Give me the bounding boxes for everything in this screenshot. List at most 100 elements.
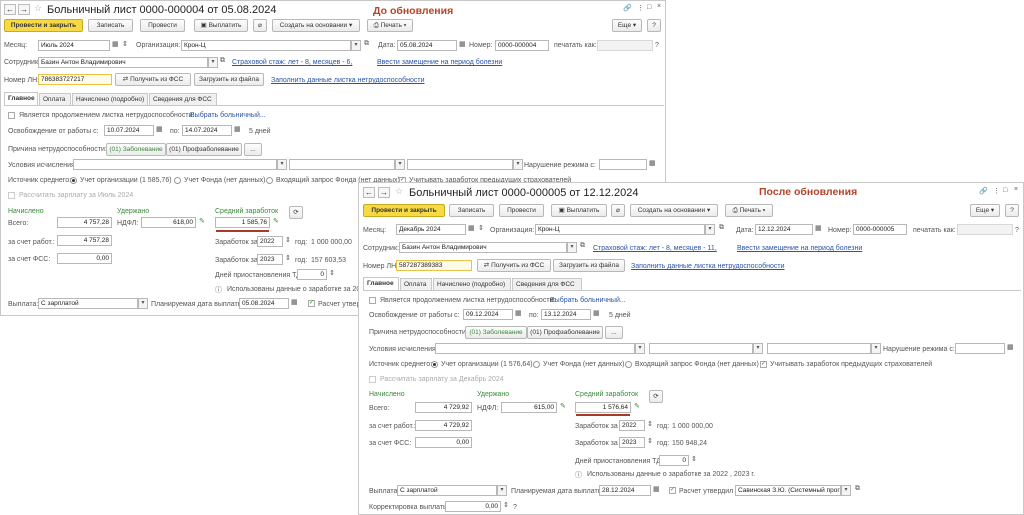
continuation-checkbox[interactable] <box>369 297 376 304</box>
dropdown-icon[interactable]: ▾ <box>841 485 851 496</box>
stepper-icon[interactable]: ⇕ <box>329 269 335 277</box>
edit-pencil-icon[interactable]: ✎ <box>273 217 279 225</box>
stepper-icon[interactable]: ⇕ <box>647 437 653 445</box>
dropdown-icon[interactable]: ▾ <box>138 298 148 309</box>
open-icon[interactable]: ⧉ <box>855 485 860 493</box>
employee-field[interactable]: Базин Антон Владимирович <box>399 242 567 253</box>
dropdown-icon[interactable]: ▾ <box>871 343 881 354</box>
reason-more-button[interactable]: ... <box>244 143 262 156</box>
forward-arrow-icon[interactable]: → <box>378 187 390 198</box>
fill-data-link[interactable]: Заполнить данные листка нетрудоспособнос… <box>271 77 424 84</box>
prev-insurers-checkbox[interactable]: ✓ <box>760 361 767 368</box>
dropdown-icon[interactable]: ▾ <box>635 343 645 354</box>
suspended-field[interactable]: 0 <box>297 269 327 280</box>
release-to-field[interactable]: 14.07.2024 <box>182 125 232 136</box>
get-from-fss-button[interactable]: ⇄ Получить из ФСС <box>477 259 551 272</box>
month-field[interactable]: Декабрь 2024 <box>396 224 466 235</box>
experience-link[interactable]: Страховой стаж: лет - 8, месяцев - 6, <box>232 59 352 66</box>
pay-button[interactable]: ▣ Выплатить <box>551 204 607 217</box>
org-dropdown-icon[interactable]: ▾ <box>351 40 361 51</box>
experience-link[interactable]: Страховой стаж: лет - 8, месяцев - 11, <box>593 245 717 252</box>
year1-field[interactable]: 2022 <box>257 236 283 247</box>
create-based-button[interactable]: Создать на основании ▾ <box>272 19 360 32</box>
date-field[interactable]: 05.08.2024 <box>397 40 457 51</box>
tab-main[interactable]: Главное <box>4 92 38 105</box>
number-field[interactable]: 0000-000004 <box>495 40 549 51</box>
forward-arrow-icon[interactable]: → <box>18 4 30 15</box>
create-based-button[interactable]: Создать на основании ▾ <box>630 204 718 217</box>
dropdown-icon[interactable]: ▾ <box>277 159 287 170</box>
calendar-icon[interactable]: ▦ <box>234 125 241 133</box>
save-button[interactable]: Записать <box>449 204 494 217</box>
close-icon[interactable]: × <box>1014 186 1018 193</box>
avg-source-request-radio[interactable] <box>266 177 273 184</box>
month-field[interactable]: Июль 2024 <box>38 40 110 51</box>
release-from-field[interactable]: 09.12.2024 <box>463 309 513 320</box>
maximize-icon[interactable]: □ <box>1003 187 1007 194</box>
edit-pencil-icon[interactable]: ✎ <box>634 402 640 410</box>
planned-date-field[interactable]: 28.12.2024 <box>599 485 651 496</box>
calendar-icon[interactable]: ▦ <box>291 298 298 306</box>
edit-pencil-icon[interactable]: ✎ <box>560 402 566 410</box>
release-from-field[interactable]: 10.07.2024 <box>104 125 154 136</box>
print-button[interactable]: ⎙ Печать ▾ <box>367 19 413 32</box>
tab-payment[interactable]: Оплата <box>39 93 71 105</box>
stepper-icon[interactable]: ⇕ <box>285 236 291 244</box>
post-and-close-button[interactable]: Провести и закрыть <box>4 19 83 32</box>
print-as-field[interactable] <box>957 224 1013 235</box>
more-dots-icon[interactable]: ⋮ <box>637 4 644 12</box>
year2-field[interactable]: 2023 <box>619 437 645 448</box>
select-sheet-link[interactable]: Выбрать больничный... <box>550 297 626 304</box>
post-button[interactable]: Провести <box>140 19 185 32</box>
back-arrow-icon[interactable]: ← <box>363 187 375 198</box>
employee-dropdown-icon[interactable]: ▾ <box>208 57 218 68</box>
edit-pencil-icon[interactable]: ✎ <box>199 217 205 225</box>
fill-data-link[interactable]: Заполнить данные листка нетрудоспособнос… <box>631 263 784 270</box>
reason-occupational-option[interactable]: (01) Профзаболевание <box>527 326 603 339</box>
avg-source-org-radio[interactable] <box>431 361 438 368</box>
employee-field[interactable]: Базин Антон Владимирович <box>38 57 208 68</box>
suspended-field[interactable]: 0 <box>659 455 689 466</box>
conditions-field-2[interactable] <box>649 343 753 354</box>
violation-field[interactable] <box>599 159 647 170</box>
date-field[interactable]: 12.12.2024 <box>755 224 813 235</box>
open-icon[interactable]: ⧉ <box>719 224 724 232</box>
tab-accrued-detailed[interactable]: Начислено (подробно) <box>433 278 511 290</box>
org-field[interactable]: Крон-Ц <box>181 40 351 51</box>
stepper-icon[interactable]: ⇕ <box>647 420 653 428</box>
conditions-field-1[interactable] <box>73 159 277 170</box>
calendar-icon[interactable]: ▦ <box>515 309 522 317</box>
conditions-field-3[interactable] <box>407 159 513 170</box>
tab-accrued-detailed[interactable]: Начислено (подробно) <box>72 93 148 105</box>
dropdown-icon[interactable]: ▾ <box>395 159 405 170</box>
post-and-close-button[interactable]: Провести и закрыть <box>363 204 445 217</box>
avg-source-fund-radio[interactable] <box>174 177 181 184</box>
conditions-field-2[interactable] <box>289 159 395 170</box>
open-icon[interactable]: ⧉ <box>580 242 585 250</box>
attach-icon[interactable]: ⌀ <box>253 19 267 32</box>
tab-fss-info[interactable]: Сведения для ФСС <box>512 278 582 290</box>
calc-approved-checkbox[interactable]: ✓ <box>308 300 315 307</box>
stepper-icon[interactable]: ⇕ <box>478 224 484 232</box>
save-button[interactable]: Записать <box>88 19 133 32</box>
print-as-field[interactable] <box>597 40 653 51</box>
avg-source-org-radio[interactable] <box>70 177 77 184</box>
employee-dropdown-icon[interactable]: ▾ <box>567 242 577 253</box>
recalc-checkbox[interactable] <box>8 192 15 199</box>
reason-more-button[interactable]: ... <box>605 326 623 339</box>
calendar-icon[interactable]: ▦ <box>653 485 660 493</box>
post-button[interactable]: Провести <box>499 204 544 217</box>
select-sheet-link[interactable]: Выбрать больничный... <box>190 112 266 119</box>
pay-button[interactable]: ▣ Выплатить <box>194 19 248 32</box>
planned-date-field[interactable]: 05.08.2024 <box>239 298 289 309</box>
open-icon[interactable]: ⧉ <box>364 40 369 48</box>
help-button[interactable]: ? <box>1005 204 1019 217</box>
org-field[interactable]: Крон-Ц <box>535 224 705 235</box>
stepper-icon[interactable]: ⇕ <box>285 254 291 262</box>
conditions-field-1[interactable] <box>435 343 635 354</box>
refresh-icon[interactable]: ⟳ <box>289 206 303 219</box>
conditions-field-3[interactable] <box>767 343 871 354</box>
stepper-icon[interactable]: ⇕ <box>503 501 509 509</box>
link-icon[interactable]: 🔗 <box>623 4 632 12</box>
maximize-icon[interactable]: □ <box>647 4 651 11</box>
